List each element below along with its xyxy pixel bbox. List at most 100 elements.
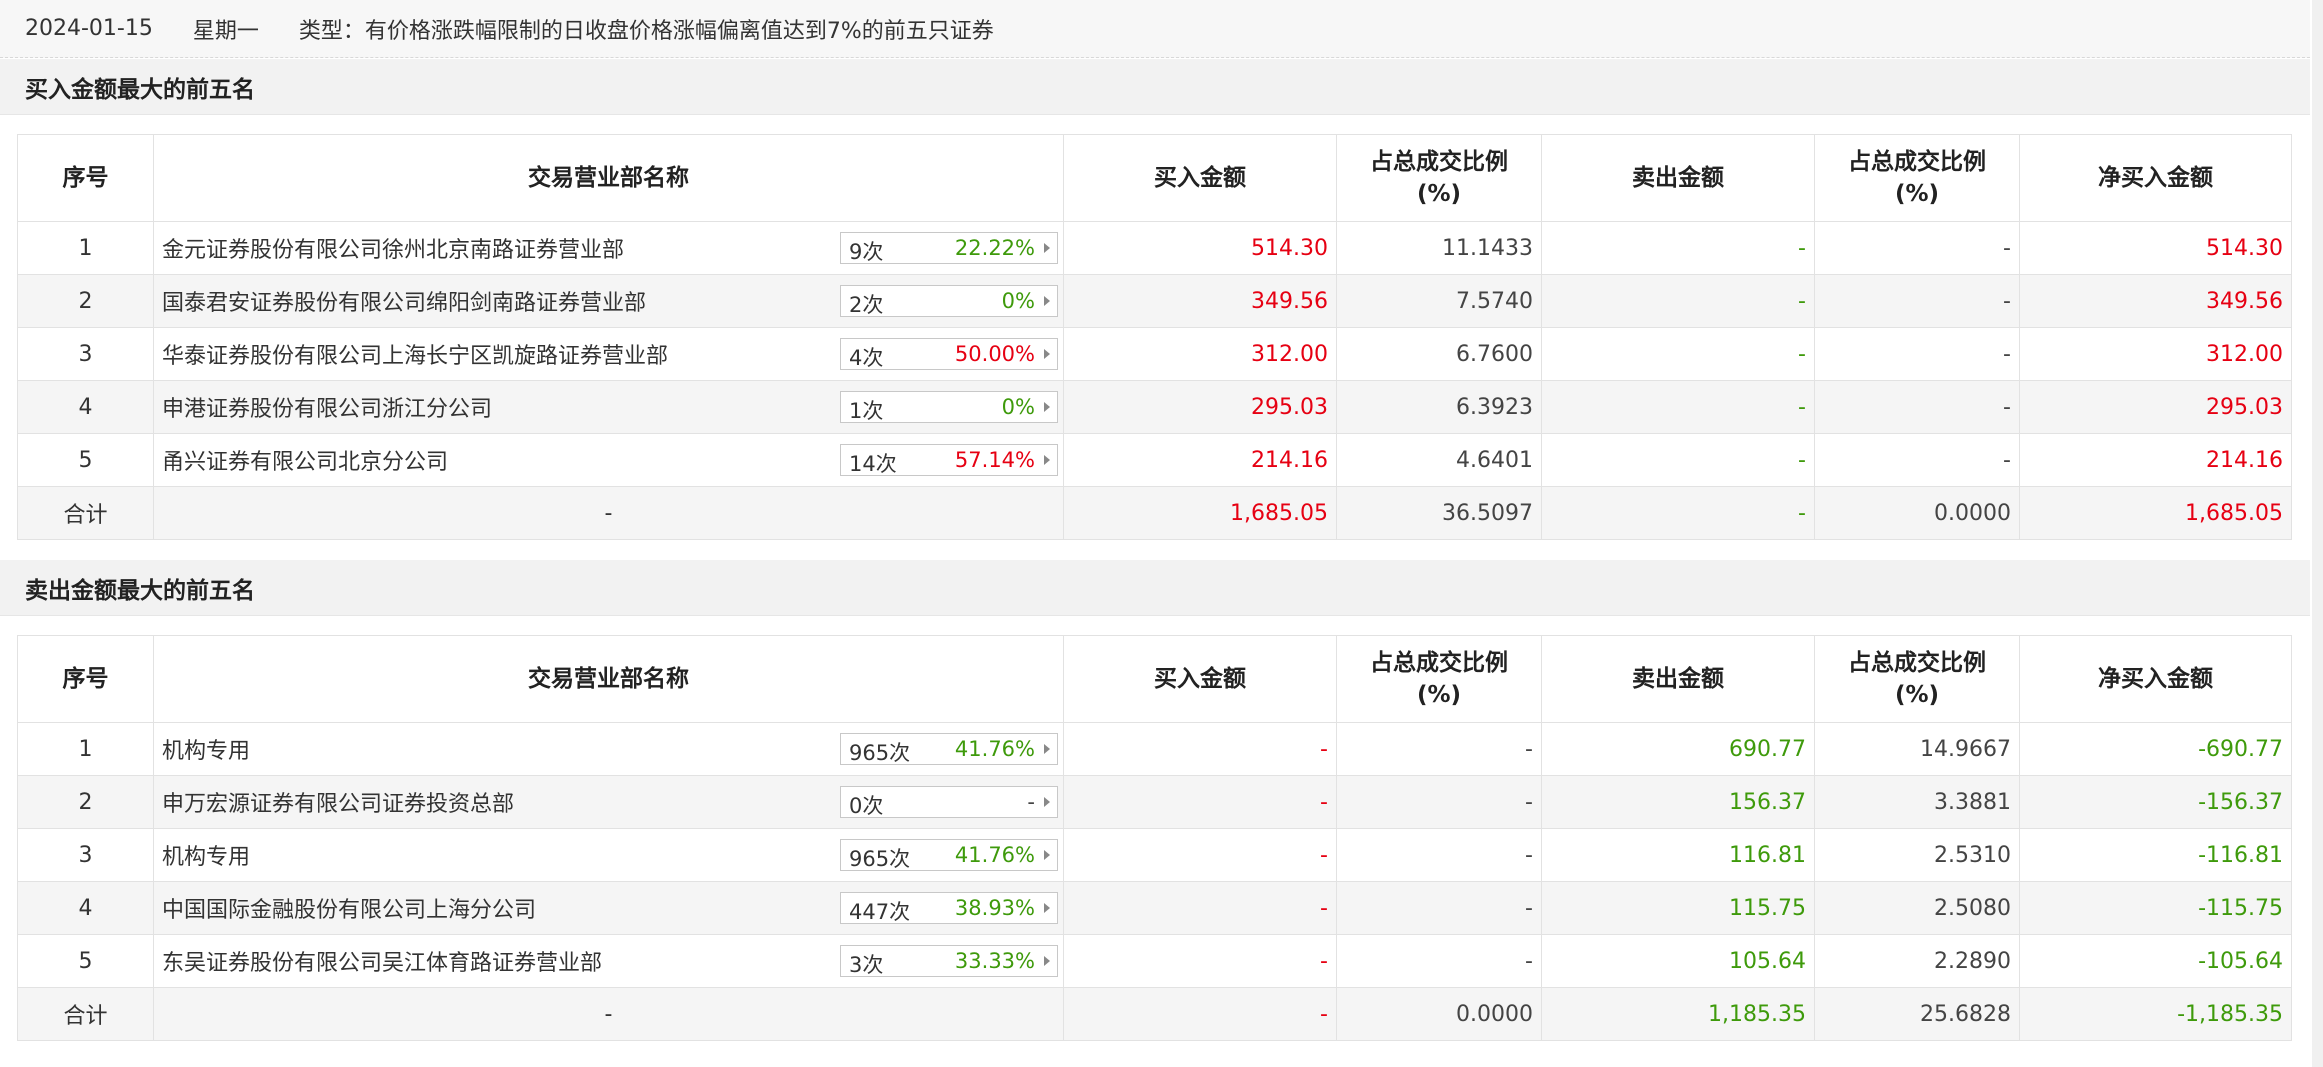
broker-name-cell: 机构专用 965次 41.76% (153, 828, 1064, 882)
rank-stat-popup-button[interactable]: 4次 50.00% (840, 338, 1058, 370)
broker-name-cell: 机构专用 965次 41.76% (153, 722, 1064, 776)
broker-name-cell: 甬兴证券有限公司北京分公司 14次 57.14% (153, 433, 1064, 487)
broker-name[interactable]: 中国国际金融股份有限公司上海分公司 (162, 892, 536, 924)
total-sell-cell: - (1541, 486, 1815, 540)
buy-amount-cell: 514.30 (1063, 221, 1337, 275)
table-row: 2 国泰君安证券股份有限公司绵阳剑南路证券营业部 2次 0% 349.56 7.5740-… (17, 274, 2292, 328)
buy-ratio-cell: - (1336, 934, 1542, 988)
rise-probability: 0% (1001, 289, 1035, 313)
sell-amount-cell: - (1541, 433, 1815, 487)
total-row: 合计 -1,685.05 36.5097-0.0000 1,685.05 (17, 486, 2292, 540)
broker-name[interactable]: 申万宏源证券有限公司证券投资总部 (162, 786, 514, 818)
col-ratio-label: 占总成交比例 (1848, 149, 1986, 175)
col-sell: 卖出金额 (1541, 635, 1815, 723)
table-row: 1 金元证券股份有限公司徐州北京南路证券营业部 9次 22.22% 514.30 11.1… (17, 221, 2292, 275)
total-buy-cell: - (1063, 987, 1337, 1041)
broker-name[interactable]: 金元证券股份有限公司徐州北京南路证券营业部 (162, 232, 624, 264)
seq-cell: 4 (17, 380, 154, 434)
chevron-right-icon (1044, 850, 1050, 860)
broker-name[interactable]: 机构专用 (162, 733, 250, 765)
broker-name[interactable]: 甬兴证券有限公司北京分公司 (162, 444, 448, 476)
rise-probability: 41.76% (954, 737, 1035, 761)
col-ratio-unit: (%) (1894, 181, 1940, 207)
rank-stat-popup-button[interactable]: 965次 41.76% (840, 839, 1058, 871)
col-ratio-unit: (%) (1894, 682, 1940, 708)
col-ratio-unit: (%) (1416, 682, 1462, 708)
buy-amount-cell: - (1063, 828, 1337, 882)
sell-amount-cell: 115.75 (1541, 881, 1815, 935)
broker-name[interactable]: 申港证券股份有限公司浙江分公司 (162, 391, 492, 423)
appearance-count: 1次 (849, 399, 884, 423)
rank-stat-popup-button[interactable]: 965次 41.76% (840, 733, 1058, 765)
buy-amount-cell: 349.56 (1063, 274, 1337, 328)
buy-amount-cell: 295.03 (1063, 380, 1337, 434)
rise-probability: 50.00% (954, 342, 1035, 366)
col-name: 交易营业部名称 (153, 134, 1064, 222)
col-seq: 序号 (17, 134, 154, 222)
total-net-cell: 1,685.05 (2019, 486, 2292, 540)
table-body: 1 金元证券股份有限公司徐州北京南路证券营业部 9次 22.22% 514.30 11.1… (17, 221, 2292, 540)
weekday-text: 星期一 (192, 18, 259, 44)
col-net: 净买入金额 (2019, 635, 2292, 723)
total-name-cell: - (153, 486, 1064, 540)
rank-stat-popup-button[interactable]: 2次 0% (840, 285, 1058, 317)
rank-stat-popup-button[interactable]: 3次 33.33% (840, 945, 1058, 977)
appearance-count: 9次 (849, 240, 884, 264)
broker-name[interactable]: 东吴证券股份有限公司吴江体育路证券营业部 (162, 945, 602, 977)
total-label-cell: 合计 (17, 987, 154, 1041)
seq-cell: 5 (17, 934, 154, 988)
table-row: 2 申万宏源证券有限公司证券投资总部 0次 - - -156.37 3.3881 -156.3… (17, 775, 2292, 829)
net-amount-cell: 214.16 (2019, 433, 2292, 487)
rise-probability: 22.22% (954, 236, 1035, 260)
rank-stat-popup-button[interactable]: 14次 57.14% (840, 444, 1058, 476)
appearance-count: 0次 (849, 794, 884, 818)
sell-ratio-cell: - (1814, 221, 2020, 275)
table-row: 5 甬兴证券有限公司北京分公司 14次 57.14% 214.16 4.6401- -214… (17, 433, 2292, 487)
buy-ratio-cell: 6.3923 (1336, 380, 1542, 434)
table-row: 4 中国国际金融股份有限公司上海分公司 447次 38.93% - -115.75 2.50… (17, 881, 2292, 935)
buy-ratio-cell: - (1336, 881, 1542, 935)
sell-top5-table: 序号 交易营业部名称 买入金额 占总成交比例 (%) 卖出金额 占总成交比例 (%)… (17, 635, 2292, 1041)
appearance-count: 14次 (849, 452, 897, 476)
broker-name[interactable]: 机构专用 (162, 839, 250, 871)
seq-cell: 3 (17, 828, 154, 882)
rank-stat-popup-button[interactable]: 1次 0% (840, 391, 1058, 423)
total-row: 合计 - -0.0000 1,185.35 25.6828 -1,185.35 (17, 987, 2292, 1041)
sell-ratio-cell: 2.2890 (1814, 934, 2020, 988)
seq-cell: 2 (17, 274, 154, 328)
rise-probability: 57.14% (954, 448, 1035, 472)
total-sell-ratio-cell: 25.6828 (1814, 987, 2020, 1041)
scrollbar[interactable] (2312, 0, 2323, 1067)
rank-stat-popup-button[interactable]: 9次 22.22% (840, 232, 1058, 264)
sell-amount-cell: 156.37 (1541, 775, 1815, 829)
buy-ratio-cell: - (1336, 775, 1542, 829)
seq-cell: 2 (17, 775, 154, 829)
chevron-right-icon (1044, 243, 1050, 253)
broker-name[interactable]: 国泰君安证券股份有限公司绵阳剑南路证券营业部 (162, 285, 646, 317)
col-seq: 序号 (17, 635, 154, 723)
sell-ratio-cell: - (1814, 274, 2020, 328)
chevron-right-icon (1044, 402, 1050, 412)
sell-ratio-cell: 2.5080 (1814, 881, 2020, 935)
sell-amount-cell: - (1541, 274, 1815, 328)
net-amount-cell: -105.64 (2019, 934, 2292, 988)
chevron-right-icon (1044, 744, 1050, 754)
rank-stat-popup-button[interactable]: 0次 - (840, 786, 1058, 818)
broker-name-cell: 金元证券股份有限公司徐州北京南路证券营业部 9次 22.22% (153, 221, 1064, 275)
buy-ratio-cell: 11.1433 (1336, 221, 1542, 275)
col-name: 交易营业部名称 (153, 635, 1064, 723)
chevron-right-icon (1044, 797, 1050, 807)
seq-cell: 5 (17, 433, 154, 487)
type-text: 类型：有价格涨跌幅限制的日收盘价格涨幅偏离值达到7%的前五只证券 (298, 18, 994, 44)
sell-amount-cell: - (1541, 327, 1815, 381)
table-row: 5 东吴证券股份有限公司吴江体育路证券营业部 3次 33.33% - -105.64 2.2… (17, 934, 2292, 988)
broker-name[interactable]: 华泰证券股份有限公司上海长宁区凯旋路证券营业部 (162, 338, 668, 370)
seq-cell: 3 (17, 327, 154, 381)
page: 2024-01-15 星期一 类型：有价格涨跌幅限制的日收盘价格涨幅偏离值达到7… (0, 0, 2323, 1067)
rise-probability: - (1027, 790, 1035, 814)
col-buy: 买入金额 (1063, 134, 1337, 222)
sell-ratio-cell: 3.3881 (1814, 775, 2020, 829)
rank-stat-popup-button[interactable]: 447次 38.93% (840, 892, 1058, 924)
broker-name-cell: 中国国际金融股份有限公司上海分公司 447次 38.93% (153, 881, 1064, 935)
sell-amount-cell: 105.64 (1541, 934, 1815, 988)
